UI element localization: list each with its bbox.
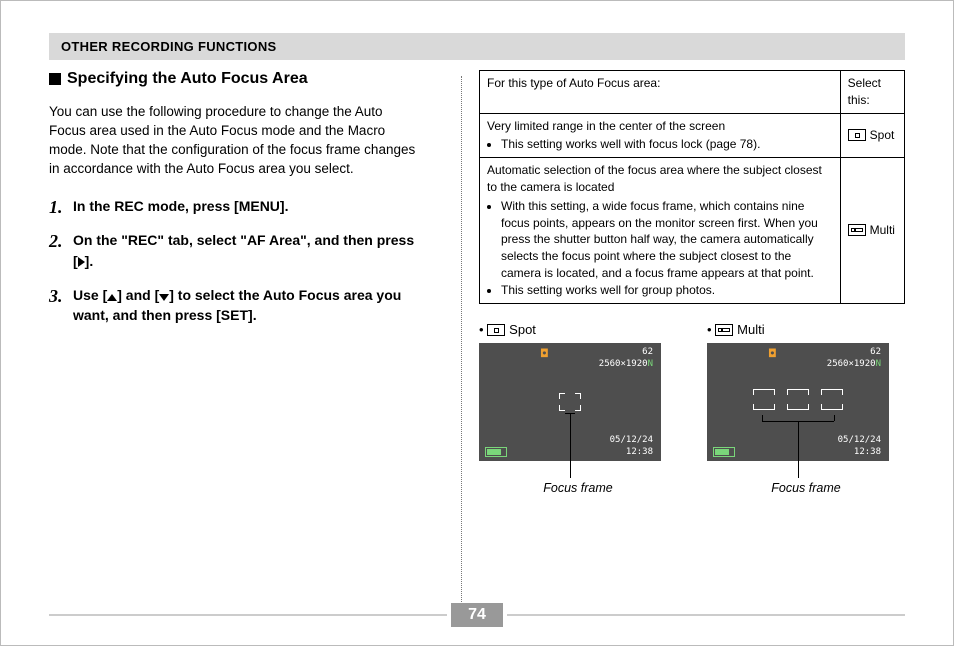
- resolution: 2560×1920N: [599, 359, 653, 369]
- table-row-spot-select: Spot: [840, 113, 904, 158]
- step-3: Use [] and [] to select the Auto Focus a…: [49, 285, 419, 326]
- table-header-desc: For this type of Auto Focus area:: [480, 71, 841, 114]
- intro-paragraph: You can use the following procedure to c…: [49, 102, 419, 179]
- multi-desc-text: Automatic selection of the focus area wh…: [487, 163, 822, 194]
- table-row-multi-desc: Automatic selection of the focus area wh…: [480, 158, 841, 303]
- table-row-multi-select: Multi: [840, 158, 904, 303]
- triangle-down-icon: [159, 294, 169, 301]
- date: 05/12/24: [838, 435, 881, 445]
- camera-icon: ◘: [769, 347, 776, 360]
- section-title-text: Specifying the Auto Focus Area: [67, 70, 308, 88]
- step-1-text: In the REC mode, press [MENU].: [73, 198, 288, 214]
- spot-icon: [848, 129, 866, 141]
- page-number: 74: [451, 603, 503, 627]
- step-1: In the REC mode, press [MENU].: [49, 196, 419, 216]
- triangle-right-icon: [78, 257, 85, 267]
- camera-icon: ◘: [541, 347, 548, 360]
- af-area-table: For this type of Auto Focus area: Select…: [479, 70, 905, 304]
- shots-left: 62: [870, 347, 881, 357]
- focus-frame-label: Focus frame: [707, 481, 905, 495]
- spot-icon: [487, 324, 505, 336]
- focus-frame-multi: [753, 389, 843, 415]
- step-2: On the "REC" tab, select "AF Area", and …: [49, 230, 419, 271]
- spot-label: Spot: [870, 128, 895, 142]
- preview-spot-title: • Spot: [479, 322, 677, 337]
- preview-multi-title: • Multi: [707, 322, 905, 337]
- time: 12:38: [854, 447, 881, 457]
- square-bullet-icon: [49, 73, 61, 85]
- preview-spot: • Spot ◘ 62 2560×1920N 05/12/24 12:38: [479, 322, 677, 495]
- triangle-up-icon: [107, 294, 117, 301]
- step-2-text-b: ].: [85, 253, 94, 269]
- focus-frame-label: Focus frame: [479, 481, 677, 495]
- step-3-text-a: Use [: [73, 287, 107, 303]
- multi-icon: [848, 224, 866, 236]
- battery-icon: [485, 447, 507, 457]
- table-header-select: Select this:: [840, 71, 904, 114]
- multi-label: Multi: [870, 223, 895, 237]
- shots-left: 62: [642, 347, 653, 357]
- date: 05/12/24: [610, 435, 653, 445]
- page-footer: 74: [49, 603, 905, 627]
- preview-multi: • Multi ◘ 62 2560×1920N 05/12/24 12:38: [707, 322, 905, 495]
- section-header: OTHER RECORDING FUNCTIONS: [49, 33, 905, 60]
- spot-bullet-1: This setting works well with focus lock …: [501, 136, 833, 153]
- multi-icon: [715, 324, 733, 336]
- resolution: 2560×1920N: [827, 359, 881, 369]
- step-2-text-a: On the "REC" tab, select "AF Area", and …: [73, 232, 414, 268]
- focus-frame-spot: [559, 393, 581, 411]
- callout-line: [798, 421, 799, 478]
- step-3-text-b: ] and [: [117, 287, 159, 303]
- column-divider: [461, 76, 462, 606]
- multi-bullet-1: With this setting, a wide focus frame, w…: [501, 198, 833, 282]
- callout-line: [570, 413, 571, 478]
- multi-bullet-2: This setting works well for group photos…: [501, 282, 833, 299]
- table-row-spot-desc: Very limited range in the center of the …: [480, 113, 841, 158]
- spot-desc-text: Very limited range in the center of the …: [487, 119, 725, 133]
- battery-icon: [713, 447, 735, 457]
- time: 12:38: [626, 447, 653, 457]
- section-title: Specifying the Auto Focus Area: [49, 70, 419, 88]
